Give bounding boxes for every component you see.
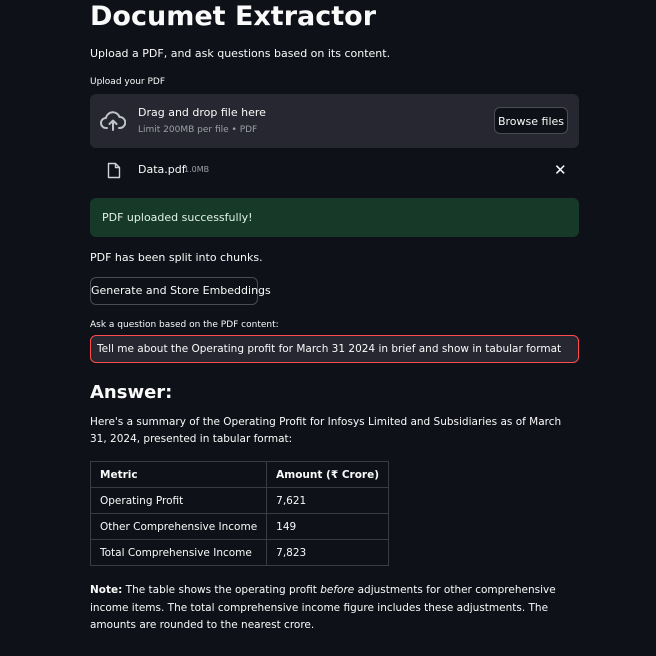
table-cell-metric: Operating Profit <box>89 487 268 514</box>
answer-table: Metric Amount (₹ Crore) Operating Profit… <box>89 461 390 566</box>
uploaded-file-row: Data.pdf 1.0MB ✕ <box>90 158 579 182</box>
file-icon <box>107 162 121 179</box>
question-label: Ask a question based on the PDF content: <box>90 320 279 330</box>
question-input[interactable] <box>90 335 579 363</box>
dropzone-instruction: Drag and drop file here <box>138 106 266 119</box>
answer-summary: Here's a summary of the Operating Profit… <box>90 416 562 445</box>
dropzone-limit: Limit 200MB per file • PDF <box>138 125 258 135</box>
column-header-metric: Metric <box>89 461 268 488</box>
file-name: Data.pdf <box>138 163 186 176</box>
chunks-status-text: PDF has been split into chunks. <box>90 251 263 264</box>
cloud-upload-icon <box>100 109 127 133</box>
column-header-amount: Amount (₹ Crore) <box>266 461 390 488</box>
table-cell-metric: Total Comprehensive Income <box>89 539 268 566</box>
table-row: Total Comprehensive Income 7,823 <box>89 539 390 566</box>
table-cell-amount: 7,621 <box>266 487 390 514</box>
table-row: Other Comprehensive Income 149 <box>89 513 390 540</box>
table-cell-amount: 149 <box>266 513 390 540</box>
table-cell-amount: 7,823 <box>266 539 390 566</box>
answer-heading: Answer: <box>90 382 173 403</box>
page-subtitle: Upload a PDF, and ask questions based on… <box>90 47 391 60</box>
note-label: Note: <box>90 584 123 596</box>
page-title: Documet Extractor <box>90 1 377 32</box>
answer-note: Note: The table shows the operating prof… <box>90 582 579 635</box>
table-row: Operating Profit 7,621 <box>89 487 390 514</box>
browse-files-button[interactable]: Browse files <box>494 107 568 134</box>
note-text-part1: The table shows the operating profit <box>122 584 321 596</box>
file-size: 1.0MB <box>184 165 210 174</box>
generate-embeddings-button[interactable]: Generate and Store Embeddings <box>90 277 271 305</box>
note-emphasis: before <box>320 584 355 596</box>
table-header-row: Metric Amount (₹ Crore) <box>89 461 390 488</box>
success-message: PDF uploaded successfully! <box>102 211 253 224</box>
upload-label: Upload your PDF <box>90 77 166 87</box>
table-cell-metric: Other Comprehensive Income <box>89 513 268 540</box>
close-icon[interactable]: ✕ <box>554 160 567 180</box>
success-alert: PDF uploaded successfully! <box>90 198 579 237</box>
file-dropzone[interactable]: Drag and drop file here Limit 200MB per … <box>90 94 579 148</box>
